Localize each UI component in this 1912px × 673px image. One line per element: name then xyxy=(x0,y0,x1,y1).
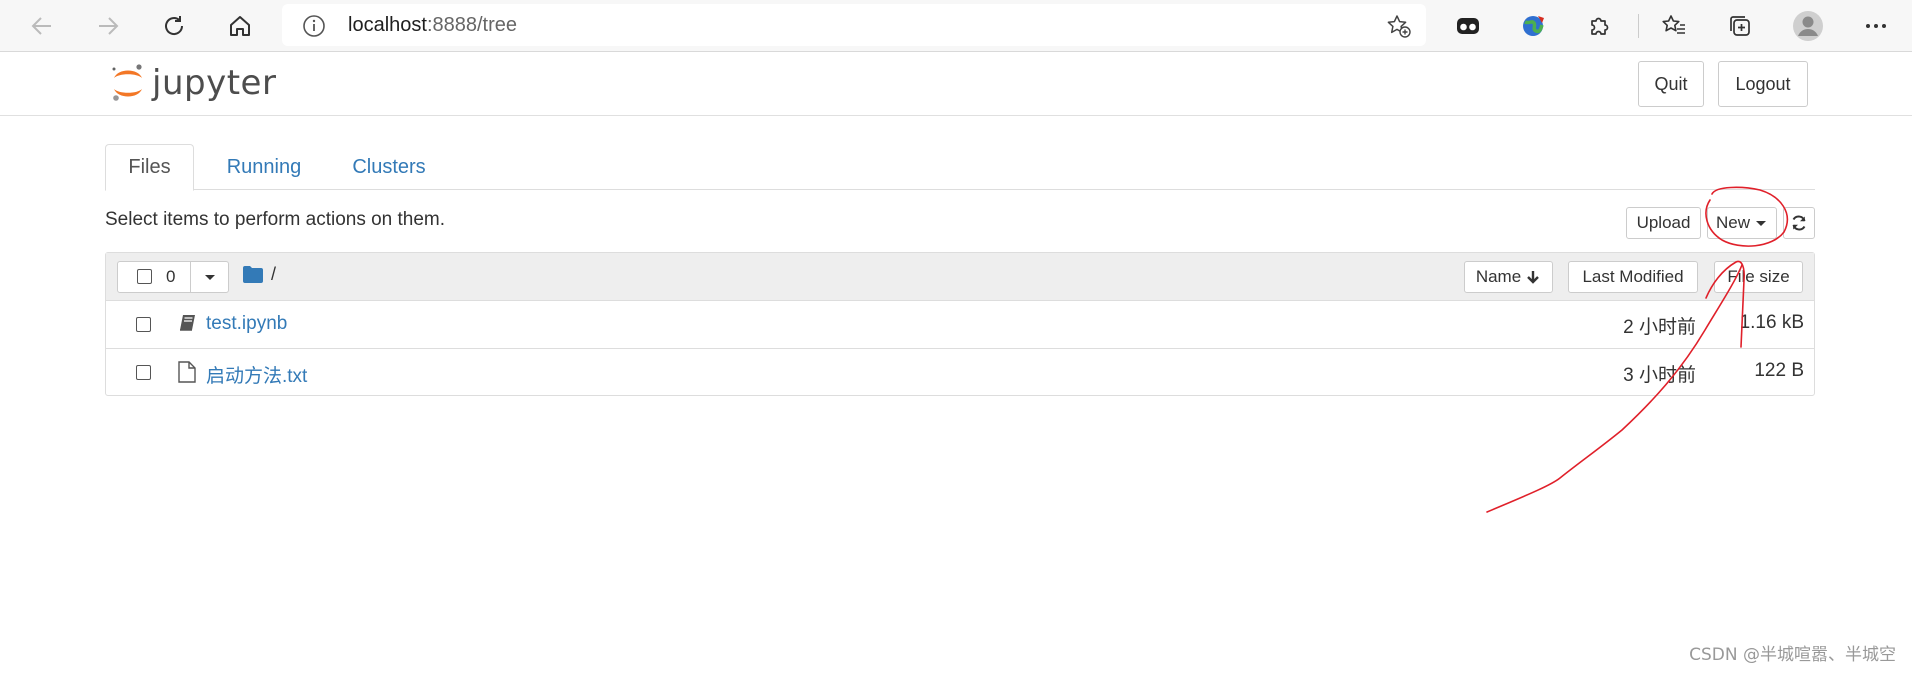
file-list-header: 0 / Name Last Modified File size xyxy=(106,253,1814,301)
select-all-group: 0 xyxy=(117,261,229,293)
url-path: :8888/tree xyxy=(426,14,518,36)
file-modified: 3 小时前 xyxy=(1623,365,1696,386)
collections-icon xyxy=(1730,16,1750,36)
refresh-icon xyxy=(1792,215,1806,231)
favorites-icon xyxy=(1662,15,1685,34)
upload-button[interactable]: Upload xyxy=(1626,207,1701,239)
url-host: localhost xyxy=(348,14,427,36)
toolbar-divider xyxy=(1638,14,1639,38)
file-size: 1.16 kB xyxy=(1739,312,1804,333)
quit-button[interactable]: Quit xyxy=(1638,61,1704,107)
row-checkbox[interactable] xyxy=(136,317,151,332)
folder-icon xyxy=(243,266,263,283)
notebook-icon xyxy=(180,315,195,331)
more-icon xyxy=(1866,24,1886,28)
arrow-down-icon xyxy=(1527,271,1540,284)
file-modified: 2 小时前 xyxy=(1623,317,1696,338)
sort-by-size-button[interactable]: File size xyxy=(1714,261,1803,293)
caret-down-icon xyxy=(1756,221,1766,226)
file-list: 0 / Name Last Modified File size test.ip… xyxy=(105,252,1815,396)
caret-down-icon xyxy=(204,275,215,280)
forward-icon xyxy=(99,17,119,35)
file-size: 122 B xyxy=(1754,360,1804,381)
refresh-button[interactable] xyxy=(1783,207,1815,239)
address-bar[interactable]: localhost:8888/tree xyxy=(282,4,1426,46)
home-button[interactable] xyxy=(220,6,260,46)
extension-button-1[interactable] xyxy=(1448,6,1488,46)
info-icon[interactable] xyxy=(302,14,326,38)
url-text[interactable]: localhost:8888/tree xyxy=(348,14,517,37)
home-icon xyxy=(230,16,250,36)
forward-button[interactable] xyxy=(88,6,128,46)
extension-button-2[interactable] xyxy=(1514,6,1554,46)
reload-icon xyxy=(165,16,184,35)
new-dropdown-button[interactable]: New xyxy=(1707,207,1777,239)
logout-button[interactable]: Logout xyxy=(1718,61,1808,107)
more-button[interactable] xyxy=(1856,6,1896,46)
glasses-extension-icon xyxy=(1457,18,1479,34)
new-button-label: New xyxy=(1715,213,1750,232)
globe-extension-icon xyxy=(1523,16,1544,36)
jupyter-logo-text: jupyter xyxy=(152,63,277,103)
profile-button[interactable] xyxy=(1788,6,1828,46)
breadcrumb-root[interactable]: / xyxy=(271,264,276,285)
favorites-button[interactable] xyxy=(1654,6,1694,46)
tab-files[interactable]: Files xyxy=(105,144,194,191)
tab-clusters[interactable]: Clusters xyxy=(331,144,447,190)
jupyter-logo-icon xyxy=(112,64,142,101)
file-icon xyxy=(178,361,196,383)
collections-button[interactable] xyxy=(1720,6,1760,46)
sort-name-label: Name xyxy=(1475,267,1522,286)
tab-running[interactable]: Running xyxy=(205,144,323,190)
row-checkbox[interactable] xyxy=(136,365,151,380)
sort-by-modified-button[interactable]: Last Modified xyxy=(1568,261,1698,293)
breadcrumb[interactable]: / xyxy=(243,264,276,285)
file-row[interactable]: 启动方法.txt 3 小时前 122 B xyxy=(106,348,1814,395)
reload-button[interactable] xyxy=(154,6,194,46)
back-button[interactable] xyxy=(22,6,62,46)
file-name-link[interactable]: test.ipynb xyxy=(206,313,287,335)
jupyter-header: jupyter Quit Logout xyxy=(0,53,1912,116)
watermark: CSDN @半城喧嚣、半城空 xyxy=(1689,645,1896,665)
file-name-link[interactable]: 启动方法.txt xyxy=(206,361,307,388)
file-row[interactable]: test.ipynb 2 小时前 1.16 kB xyxy=(106,301,1814,348)
selection-hint: Select items to perform actions on them. xyxy=(105,209,446,230)
add-favorite-icon[interactable] xyxy=(1386,13,1412,39)
select-all-toggle[interactable]: 0 xyxy=(118,262,191,292)
extensions-button[interactable] xyxy=(1580,6,1620,46)
profile-icon xyxy=(1793,11,1823,41)
select-options-dropdown[interactable] xyxy=(191,262,228,292)
browser-toolbar: localhost:8888/tree xyxy=(0,0,1912,52)
sort-by-name-button[interactable]: Name xyxy=(1464,261,1553,293)
jupyter-logo[interactable]: jupyter xyxy=(110,61,276,105)
back-icon xyxy=(31,17,51,35)
select-all-checkbox[interactable] xyxy=(137,269,152,284)
selected-count: 0 xyxy=(166,267,176,286)
puzzle-icon xyxy=(1591,17,1609,35)
tab-bar: Files Running Clusters xyxy=(105,144,1815,191)
